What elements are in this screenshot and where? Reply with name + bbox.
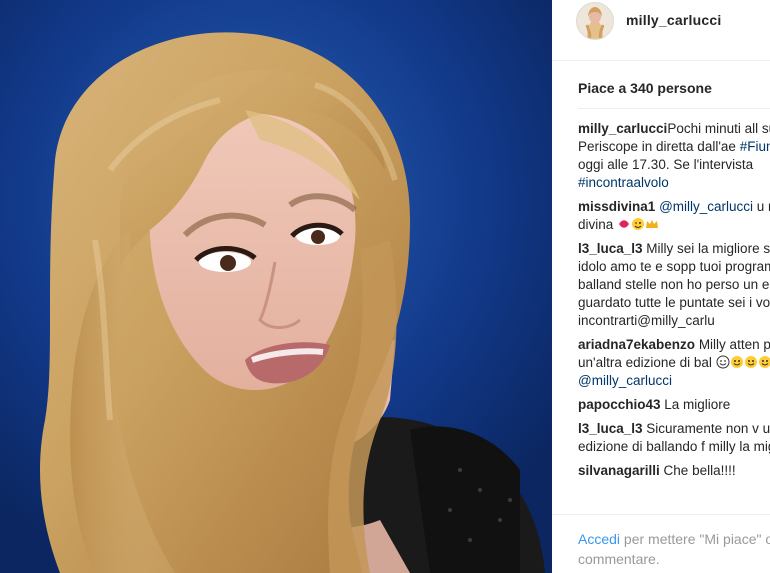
comment-text: Milly sei la migliore [642, 241, 760, 256]
avatar[interactable] [576, 2, 614, 40]
comment-text: Sicuramente non v [642, 421, 759, 436]
comment-tag-link[interactable]: #Fiumicino [740, 139, 770, 154]
post-username[interactable]: milly_carlucci [626, 12, 721, 28]
divider [578, 108, 770, 109]
comment-tag-link[interactable]: #incontraalvolo [578, 175, 669, 190]
comment-username[interactable]: papocchio43 [578, 397, 661, 412]
comment-item: ariadna7ekabenzo Milly atten presto un'a… [578, 336, 770, 390]
comment-item: missdivina1 @milly_carlucci u miss divin… [578, 198, 770, 234]
comment-username[interactable]: silvanagarilli [578, 463, 660, 478]
post-header: milly_carlucci [552, 0, 770, 61]
login-footer: Accedi per mettere "Mi piace" o commenta… [552, 514, 770, 573]
comment-text: u [753, 199, 765, 214]
comment-text: Che bella!!!! [659, 463, 736, 478]
portrait-image [0, 0, 552, 573]
post-side-panel: milly_carlucci Piace a 340 persone milly… [552, 0, 770, 573]
emoji-group [716, 355, 770, 370]
comment-username[interactable]: milly_carlucci [578, 121, 667, 136]
smile-emoji [758, 355, 770, 369]
wink-emoji [631, 217, 645, 231]
post-photo[interactable] [0, 0, 552, 573]
comment-text: Pochi minuti all [667, 121, 759, 136]
login-prompt: Accedi per mettere "Mi piace" o commenta… [578, 529, 770, 569]
crown-emoji [645, 217, 659, 231]
comment-item: milly_carlucciPochi minuti all su Perisc… [578, 120, 770, 192]
comment-text: milly la migliore [708, 439, 770, 454]
smile-outline-emoji [716, 355, 730, 369]
comment-username[interactable]: missdivina1 [578, 199, 655, 214]
comment-tag-link[interactable]: @milly_carlucci [659, 199, 753, 214]
comment-item: silvanagarilli Che bella!!!! [578, 462, 770, 480]
comment-text: La migliore [660, 397, 731, 412]
comment-username[interactable]: l3_luca_l3 [578, 241, 643, 256]
comment-username[interactable]: l3_luca_l3 [578, 421, 643, 436]
comment-username[interactable]: ariadna7ekabenzo [578, 337, 695, 352]
smile-emoji [730, 355, 744, 369]
comment-text: Milly atten [695, 337, 760, 352]
comment-tag-link[interactable]: @milly_carlucci [578, 373, 672, 388]
likes-count[interactable]: Piace a 340 persone [578, 80, 712, 96]
kiss-emoji [617, 217, 631, 231]
avatar-image [577, 3, 613, 39]
comment-item: l3_luca_l3 Sicuramente non v un altra ed… [578, 420, 770, 456]
comment-item: l3_luca_l3 Milly sei la migliore sei il … [578, 240, 770, 330]
comment-text: l'intervista [689, 157, 754, 172]
emoji-group [617, 217, 659, 232]
comment-text: stelle non ho perso un edizion [625, 277, 770, 292]
comment-text: guardato tutte le puntate sei i [578, 295, 753, 310]
comments-list: milly_carlucciPochi minuti all su Perisc… [578, 120, 770, 486]
login-link[interactable]: Accedi [578, 531, 620, 547]
smile-emoji [744, 355, 758, 369]
comment-text: oggi alle 17.30. Se [578, 157, 690, 172]
comment-item: papocchio43 La migliore [578, 396, 770, 414]
